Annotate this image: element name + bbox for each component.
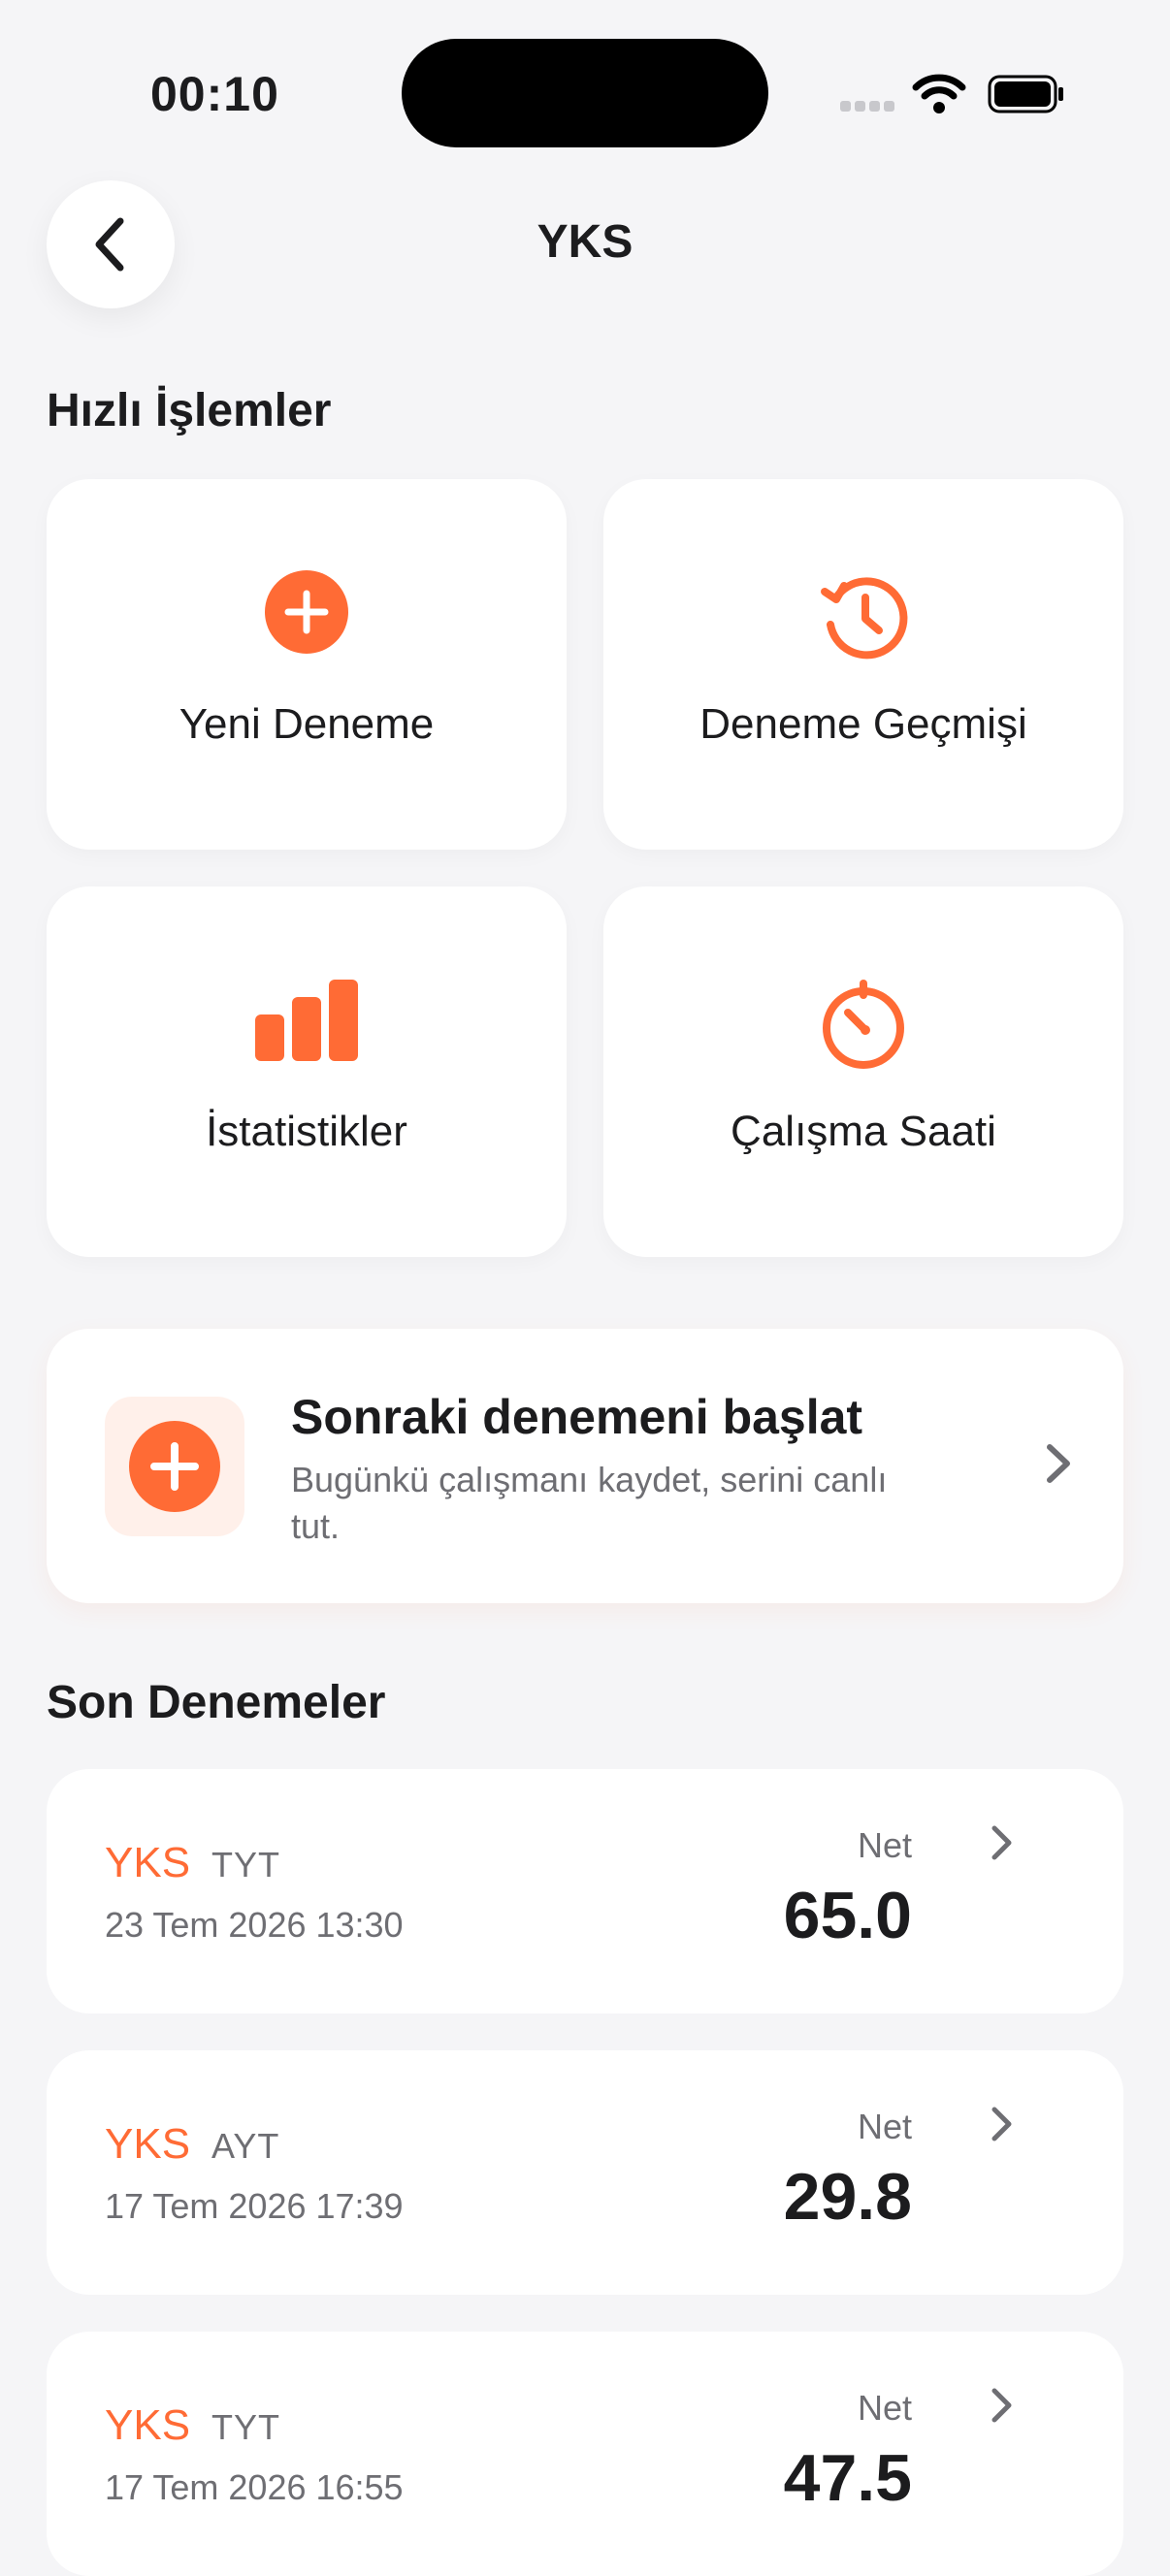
dynamic-island	[402, 39, 768, 147]
new-exam-button[interactable]: Yeni Deneme	[47, 479, 567, 850]
new-exam-label: Yeni Deneme	[179, 700, 435, 748]
statistics-button[interactable]: İstatistikler	[47, 886, 567, 1257]
timer-icon	[823, 980, 904, 1069]
net-label: Net	[857, 2388, 912, 2428]
exam-type: AYT	[211, 2126, 280, 2166]
net-value: 47.5	[783, 2441, 912, 2515]
exam-type: TYT	[211, 1845, 280, 1884]
exam-row[interactable]: YKS TYT 23 Tem 2026 13:30 Net 65.0	[47, 1769, 1123, 2013]
page-title: YKS	[536, 216, 634, 268]
plus-circle-icon	[129, 1421, 220, 1512]
study-time-label: Çalışma Saati	[731, 1108, 996, 1155]
quick-actions-title: Hızlı İşlemler	[47, 385, 332, 436]
net-value: 65.0	[783, 1879, 912, 1952]
recent-exams-title: Son Denemeler	[47, 1677, 386, 1728]
start-next-exam-card[interactable]: Sonraki denemeni başlat Bugünkü çalışman…	[47, 1329, 1123, 1603]
battery-icon	[988, 75, 1063, 113]
exam-history-label: Deneme Geçmişi	[699, 700, 1027, 748]
net-label: Net	[857, 2107, 912, 2146]
wifi-icon	[912, 74, 966, 113]
chevron-right-icon	[991, 2107, 1012, 2141]
exam-row[interactable]: YKS TYT 17 Tem 2026 16:55 Net 47.5	[47, 2332, 1123, 2576]
cellular-signal-icon	[840, 101, 896, 113]
net-value: 29.8	[783, 2160, 912, 2234]
chevron-right-icon	[991, 1825, 1012, 1860]
exam-date: 17 Tem 2026 17:39	[105, 2186, 404, 2226]
chevron-right-icon	[991, 2388, 1012, 2423]
cta-title: Sonraki denemeni başlat	[291, 1390, 863, 1444]
exam-history-button[interactable]: Deneme Geçmişi	[603, 479, 1123, 850]
cta-icon-box	[105, 1397, 244, 1536]
exam-name: YKS	[105, 2120, 191, 2168]
status-time: 00:10	[150, 67, 279, 121]
net-label: Net	[857, 1825, 912, 1865]
study-time-button[interactable]: Çalışma Saati	[603, 886, 1123, 1257]
exam-date: 23 Tem 2026 13:30	[105, 1905, 404, 1945]
plus-circle-icon	[265, 570, 348, 654]
exam-name: YKS	[105, 2401, 191, 2449]
statistics-label: İstatistikler	[206, 1108, 407, 1155]
bar-chart-icon	[255, 980, 358, 1061]
cta-subtitle: Bugünkü çalışmanı kaydet, serini canlı t…	[291, 1460, 888, 1546]
status-bar: 00:10	[0, 0, 1170, 184]
exam-row[interactable]: YKS AYT 17 Tem 2026 17:39 Net 29.8	[47, 2050, 1123, 2295]
chevron-right-icon	[1047, 1444, 1070, 1483]
exam-name: YKS	[105, 1839, 191, 1886]
exam-type: TYT	[211, 2407, 280, 2447]
history-clock-icon	[821, 577, 908, 660]
exam-date: 17 Tem 2026 16:55	[105, 2467, 404, 2507]
